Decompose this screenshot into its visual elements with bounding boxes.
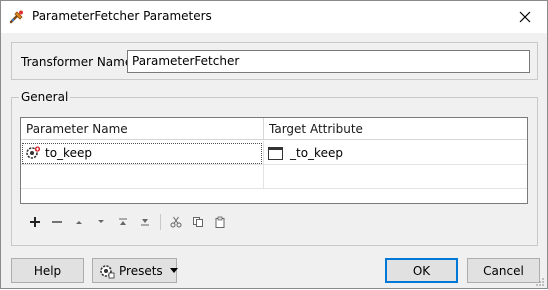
resize-grip-icon[interactable] — [535, 276, 545, 286]
general-group: General Parameter Name Target Attribute — [11, 90, 538, 246]
copy-icon — [193, 217, 203, 227]
chevron-down-icon — [169, 268, 178, 273]
table-header: Parameter Name Target Attribute — [21, 118, 527, 140]
presets-label: Presets — [119, 263, 163, 278]
cut-icon — [170, 216, 182, 228]
help-button[interactable]: Help — [11, 258, 84, 283]
ok-button[interactable]: OK — [385, 258, 458, 283]
move-down-button[interactable] — [90, 212, 112, 232]
remove-button[interactable] — [46, 212, 68, 232]
cancel-button[interactable]: Cancel — [467, 258, 540, 283]
attribute-icon — [268, 146, 283, 160]
move-to-bottom-button[interactable] — [134, 212, 156, 232]
paste-button[interactable] — [209, 212, 231, 232]
transformer-name-label: Transformer Name: — [21, 55, 137, 69]
remove-icon — [52, 221, 62, 223]
window-title: ParameterFetcher Parameters — [32, 9, 212, 23]
move-up-icon — [76, 221, 82, 224]
column-header-parameter-name[interactable]: Parameter Name — [21, 118, 264, 140]
cell-focus-outline — [22, 143, 262, 164]
copy-button[interactable] — [187, 212, 209, 232]
title-bar: ParameterFetcher Parameters — [1, 1, 547, 33]
empty-cell[interactable] — [21, 165, 264, 189]
move-to-top-button[interactable] — [112, 212, 134, 232]
paste-icon — [215, 216, 225, 228]
transformer-name-panel: Transformer Name: ParameterFetcher — [11, 42, 538, 80]
target-attribute-value: _to_keep — [290, 146, 343, 160]
close-button[interactable] — [505, 1, 545, 32]
move-down-icon — [98, 220, 104, 223]
presets-button[interactable]: Presets — [92, 258, 178, 283]
transformer-name-input[interactable]: ParameterFetcher — [127, 50, 530, 73]
move-to-bottom-icon — [141, 219, 149, 226]
move-up-button[interactable] — [68, 212, 90, 232]
add-button[interactable] — [24, 212, 46, 232]
empty-cell[interactable] — [264, 165, 527, 189]
column-header-target-attribute[interactable]: Target Attribute — [264, 118, 527, 140]
table-row[interactable]: to_keep _to_keep — [21, 141, 527, 165]
parameter-table[interactable]: Parameter Name Target Attribute to_keep — [20, 117, 528, 204]
toolbar-separator — [160, 214, 161, 230]
table-toolbar — [24, 212, 231, 232]
table-row-empty[interactable] — [21, 165, 527, 189]
parameters-dialog: ParameterFetcher Parameters Transformer … — [0, 0, 548, 289]
fme-transformer-icon — [9, 9, 25, 25]
close-icon — [519, 11, 531, 22]
cut-button[interactable] — [165, 212, 187, 232]
target-attribute-cell[interactable]: _to_keep — [264, 141, 527, 165]
parameter-name-cell[interactable]: to_keep — [21, 141, 264, 165]
general-group-label: General — [19, 90, 71, 104]
add-icon — [30, 217, 40, 227]
move-to-top-icon — [119, 218, 127, 225]
presets-gear-icon — [99, 263, 115, 279]
